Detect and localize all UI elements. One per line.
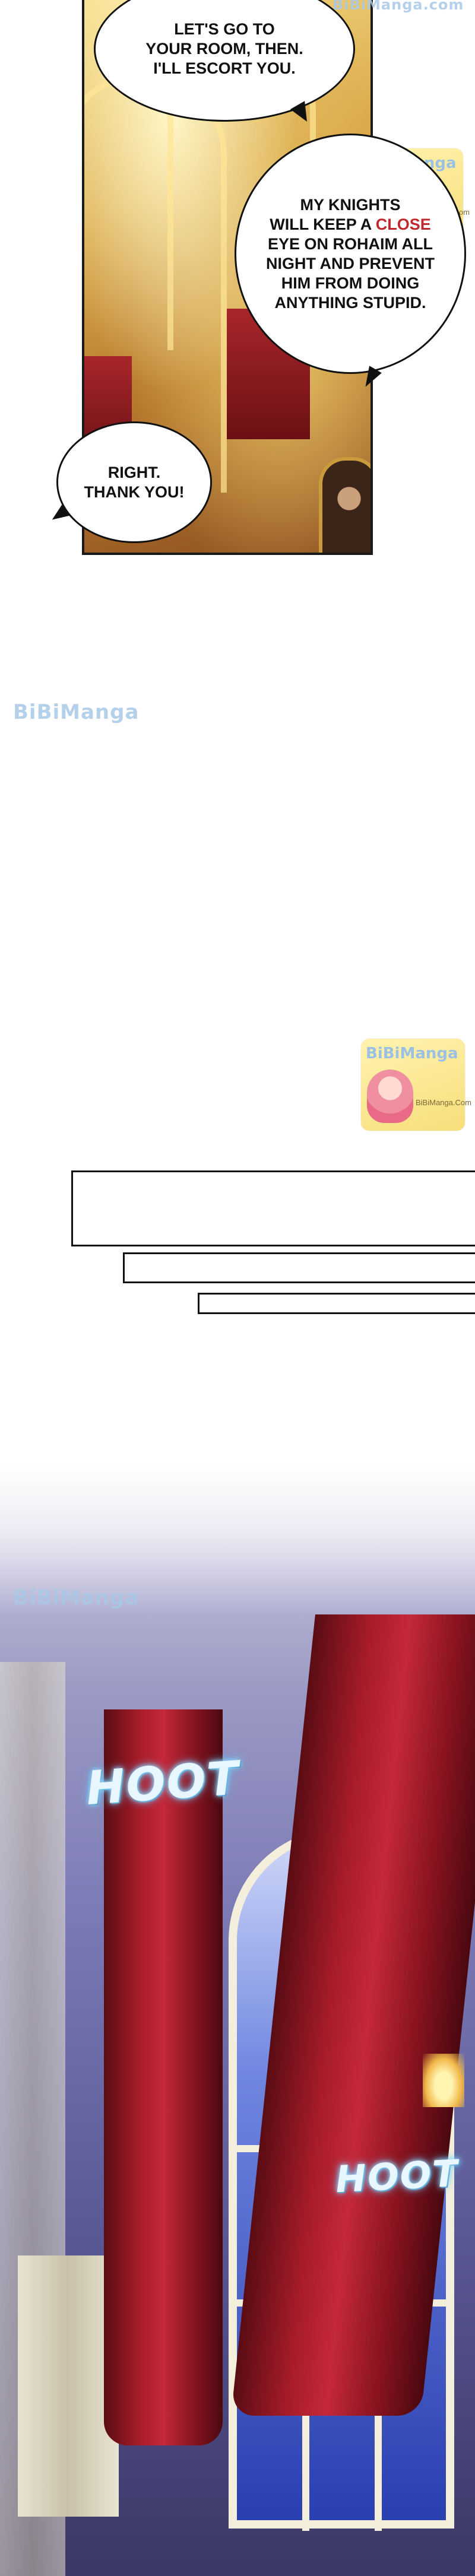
night-hall-panel: BiBiManga HOOT HOOT <box>0 1460 475 2576</box>
sfx-hoot: HOOT <box>334 2151 460 2201</box>
watermark-badge-title: BiBiManga <box>366 1045 458 1062</box>
speech-bubble-knights: MY KNIGHTS WILL KEEP A CLOSE EYE ON ROHA… <box>235 134 466 374</box>
bubble-text: RIGHT. THANK YOU! <box>84 463 185 501</box>
caption-box <box>71 1170 475 1246</box>
bubble-text: MY KNIGHTS WILL KEEP A CLOSE EYE ON ROHA… <box>266 195 435 313</box>
portrait-painting <box>319 457 370 553</box>
watermark-badge: BiBiManga BiBiManga.Com <box>361 1039 471 1131</box>
caption-box <box>198 1293 475 1314</box>
watermark-badge-sub: BiBiManga.Com <box>416 1098 471 1107</box>
red-curtain <box>104 1709 223 2445</box>
watermark-text: BiBiManga.com <box>332 0 464 13</box>
sfx-hoot: HOOT <box>84 1752 242 1816</box>
watermark-text: BiBiManga <box>13 1586 140 1610</box>
bubble-text: LET'S GO TO YOUR ROOM, THEN. I'LL ESCORT… <box>145 20 303 77</box>
mascot-icon <box>367 1070 413 1123</box>
watermark-text: BiBiManga <box>13 700 140 724</box>
wall-lamp <box>423 2054 464 2107</box>
caption-box <box>123 1252 475 1283</box>
speech-bubble-thanks: RIGHT. THANK YOU! <box>56 421 212 543</box>
bubble-emphasis-text: CLOSE <box>375 215 431 233</box>
bubble-text-part: EYE ON ROHAIM ALL NIGHT AND PREVENT HIM … <box>265 234 435 312</box>
